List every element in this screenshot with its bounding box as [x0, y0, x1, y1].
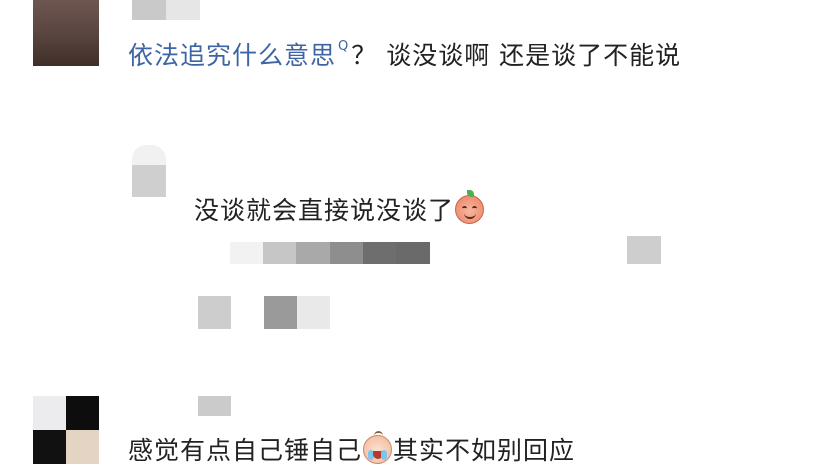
hashtag-link[interactable]: 依法追究什么意思	[128, 41, 336, 70]
comment-2-text: 感觉有点自己锤自己 其实不如别回应	[128, 431, 576, 466]
avatar-pixel	[33, 430, 66, 464]
meta-pixel	[330, 242, 363, 264]
meta-pixel	[363, 242, 396, 264]
reply-actions[interactable]	[198, 296, 330, 329]
comment-2-username[interactable]	[198, 396, 231, 416]
avatar-pixel	[66, 430, 99, 464]
action-pixel	[297, 296, 330, 329]
meta-pixel	[263, 242, 296, 264]
avatar-pixel	[132, 165, 166, 197]
action-pixel	[198, 296, 231, 329]
meta-pixel	[396, 242, 430, 264]
username-pixel	[132, 0, 166, 20]
like-button[interactable]	[627, 236, 661, 264]
search-icon[interactable]: Q	[338, 40, 349, 53]
reply-body: 没谈就会直接说没谈了	[194, 196, 455, 225]
comment-2-body-end: 其实不如别回应	[393, 436, 576, 465]
avatar-pixel	[33, 396, 66, 430]
reply-meta	[230, 242, 430, 264]
comment-1-text: 依法追究什么意思 Q？ 谈没谈啊 还是谈了不能说	[128, 40, 681, 71]
meta-pixel	[296, 242, 330, 264]
comment-1-username[interactable]	[132, 0, 200, 20]
comment-1-body: ？ 谈没谈啊 还是谈了不能说	[351, 41, 682, 70]
meta-pixel	[230, 242, 263, 264]
reply-text: 没谈就会直接说没谈了	[194, 190, 485, 226]
username-pixel	[166, 0, 200, 20]
action-pixel	[264, 296, 297, 329]
comment-1-avatar[interactable]	[33, 0, 99, 66]
reply-avatar[interactable]	[132, 145, 166, 197]
avatar-pixel	[132, 145, 166, 165]
dizzy-face-emoji-icon	[455, 190, 485, 224]
comment-2-body-start: 感觉有点自己锤自己	[128, 436, 363, 465]
avatar-pixel	[66, 396, 99, 430]
comment-2-avatar[interactable]	[33, 396, 99, 464]
crying-face-emoji-icon	[363, 431, 393, 464]
